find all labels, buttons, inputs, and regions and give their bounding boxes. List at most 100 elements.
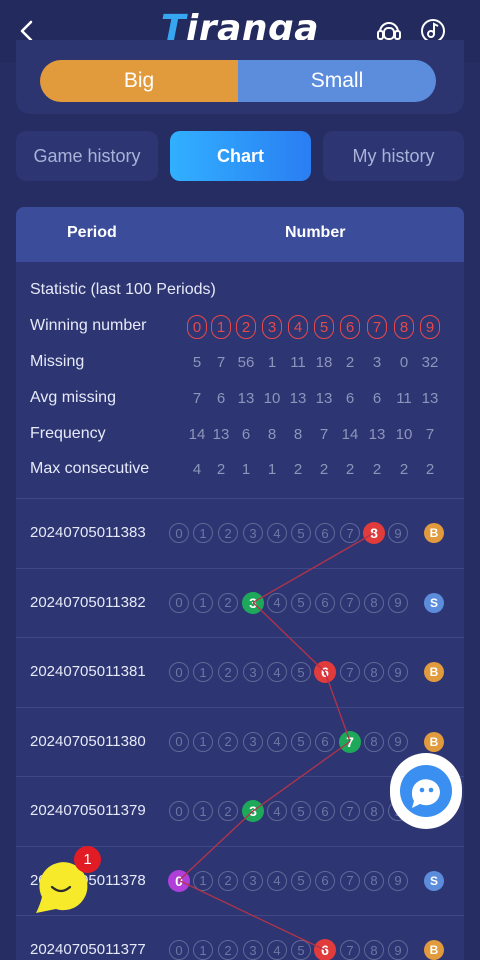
statistic-value: 2 bbox=[345, 461, 355, 478]
number-ball: 4 bbox=[267, 731, 287, 752]
result-ball: 6 bbox=[314, 939, 336, 960]
winning-number: 6 bbox=[340, 315, 360, 339]
big-button[interactable]: Big bbox=[40, 60, 238, 102]
size-badge: B bbox=[424, 940, 444, 960]
number-ball: 8 bbox=[364, 801, 384, 821]
result-ball: 7 bbox=[339, 730, 361, 753]
number-ball: 7 bbox=[340, 801, 360, 821]
statistic-value: 32 bbox=[421, 354, 439, 371]
number-ball: 5 bbox=[291, 801, 311, 821]
chatbot-button[interactable] bbox=[390, 753, 462, 829]
tab-my-history[interactable]: My history bbox=[323, 131, 464, 181]
number-ball: 5 bbox=[291, 731, 311, 752]
result-ball: 3 bbox=[242, 800, 264, 822]
statistic-value: 18 bbox=[315, 354, 333, 371]
number-ball: 8 bbox=[364, 592, 384, 613]
number-ball: 8 bbox=[364, 870, 384, 891]
size-badge: B bbox=[424, 662, 444, 682]
statistic-value: 7 bbox=[192, 390, 202, 407]
result-ball: 3 bbox=[242, 591, 264, 614]
period-number: 20240705011379 bbox=[30, 802, 146, 819]
statistic-row-label: Avg missing bbox=[30, 389, 116, 406]
number-ball: 8 bbox=[364, 940, 384, 960]
number-ball: 9 bbox=[388, 940, 408, 960]
statistic-value: 2 bbox=[216, 461, 226, 478]
number-ball: 2 bbox=[218, 523, 238, 543]
number-ball: 2 bbox=[218, 731, 238, 752]
number-ball: 0 bbox=[169, 523, 189, 543]
number-ball: 7 bbox=[340, 662, 360, 682]
statistic-value: 13 bbox=[237, 390, 255, 407]
statistic-row-label: Missing bbox=[30, 353, 85, 370]
size-badge: B bbox=[424, 731, 444, 752]
number-ball: 2 bbox=[218, 592, 238, 613]
statistic-value: 6 bbox=[372, 390, 382, 407]
number-ball: 1 bbox=[193, 940, 213, 960]
statistic-value: 13 bbox=[212, 426, 230, 443]
result-ball: 6 bbox=[314, 661, 336, 683]
number-ball: 0 bbox=[169, 801, 189, 821]
statistic-value: 1 bbox=[241, 461, 251, 478]
number-ball: 5 bbox=[291, 523, 311, 543]
tab-chart[interactable]: Chart bbox=[170, 131, 311, 181]
result-ball: 0 bbox=[168, 869, 190, 892]
statistic-value: 11 bbox=[396, 390, 412, 407]
number-ball: 0 bbox=[169, 940, 189, 960]
number-ball: 9 bbox=[388, 592, 408, 613]
statistic-value: 4 bbox=[192, 461, 202, 478]
number-ball: 6 bbox=[315, 731, 335, 752]
winning-number: 1 bbox=[211, 315, 231, 339]
notification-badge: 1 bbox=[74, 846, 101, 873]
number-ball: 4 bbox=[267, 662, 287, 682]
number-ball: 1 bbox=[193, 523, 213, 543]
winning-number: 3 bbox=[262, 315, 282, 339]
size-badge: S bbox=[424, 592, 444, 613]
statistic-value: 13 bbox=[315, 390, 333, 407]
number-ball: 5 bbox=[291, 592, 311, 613]
number-ball: 8 bbox=[364, 662, 384, 682]
row-divider bbox=[16, 707, 464, 708]
number-ball: 3 bbox=[243, 731, 263, 752]
table-header: Period Number bbox=[16, 207, 464, 262]
statistic-value: 10 bbox=[263, 390, 281, 407]
tab-game-history[interactable]: Game history bbox=[16, 131, 158, 181]
statistic-value: 5 bbox=[192, 354, 202, 371]
statistic-row-label: Frequency bbox=[30, 425, 106, 442]
number-ball: 4 bbox=[267, 523, 287, 543]
result-ball: 8 bbox=[363, 522, 385, 544]
row-divider bbox=[16, 637, 464, 638]
statistic-value: 8 bbox=[293, 426, 303, 443]
number-ball: 0 bbox=[169, 731, 189, 752]
winning-number: 8 bbox=[394, 315, 414, 339]
number-ball: 3 bbox=[243, 940, 263, 960]
statistic-value: 7 bbox=[425, 426, 435, 443]
number-ball: 4 bbox=[267, 592, 287, 613]
number-ball: 9 bbox=[388, 870, 408, 891]
number-ball: 7 bbox=[340, 870, 360, 891]
period-number: 20240705011383 bbox=[30, 524, 146, 541]
statistic-value: 2 bbox=[319, 461, 329, 478]
number-ball: 9 bbox=[388, 523, 408, 543]
number-ball: 7 bbox=[340, 592, 360, 613]
statistic-value: 2 bbox=[399, 461, 409, 478]
winning-number: 4 bbox=[288, 315, 308, 339]
statistic-value: 10 bbox=[395, 426, 413, 443]
statistic-row-label: Winning number bbox=[30, 317, 147, 334]
number-ball: 5 bbox=[291, 940, 311, 960]
winning-number: 5 bbox=[314, 315, 334, 339]
statistic-value: 1 bbox=[267, 461, 277, 478]
number-ball: 6 bbox=[315, 870, 335, 891]
number-ball: 5 bbox=[291, 662, 311, 682]
small-button[interactable]: Small bbox=[238, 60, 436, 102]
chatbot-icon bbox=[400, 765, 452, 817]
number-ball: 1 bbox=[193, 870, 213, 891]
winning-number: 7 bbox=[367, 315, 387, 339]
statistic-value: 13 bbox=[368, 426, 386, 443]
period-number: 20240705011380 bbox=[30, 732, 146, 750]
statistic-value: 56 bbox=[237, 354, 255, 371]
number-ball: 2 bbox=[218, 662, 238, 682]
statistic-value: 7 bbox=[319, 426, 329, 443]
statistic-value: 6 bbox=[345, 390, 355, 407]
number-ball: 7 bbox=[340, 940, 360, 960]
row-divider bbox=[16, 498, 464, 499]
